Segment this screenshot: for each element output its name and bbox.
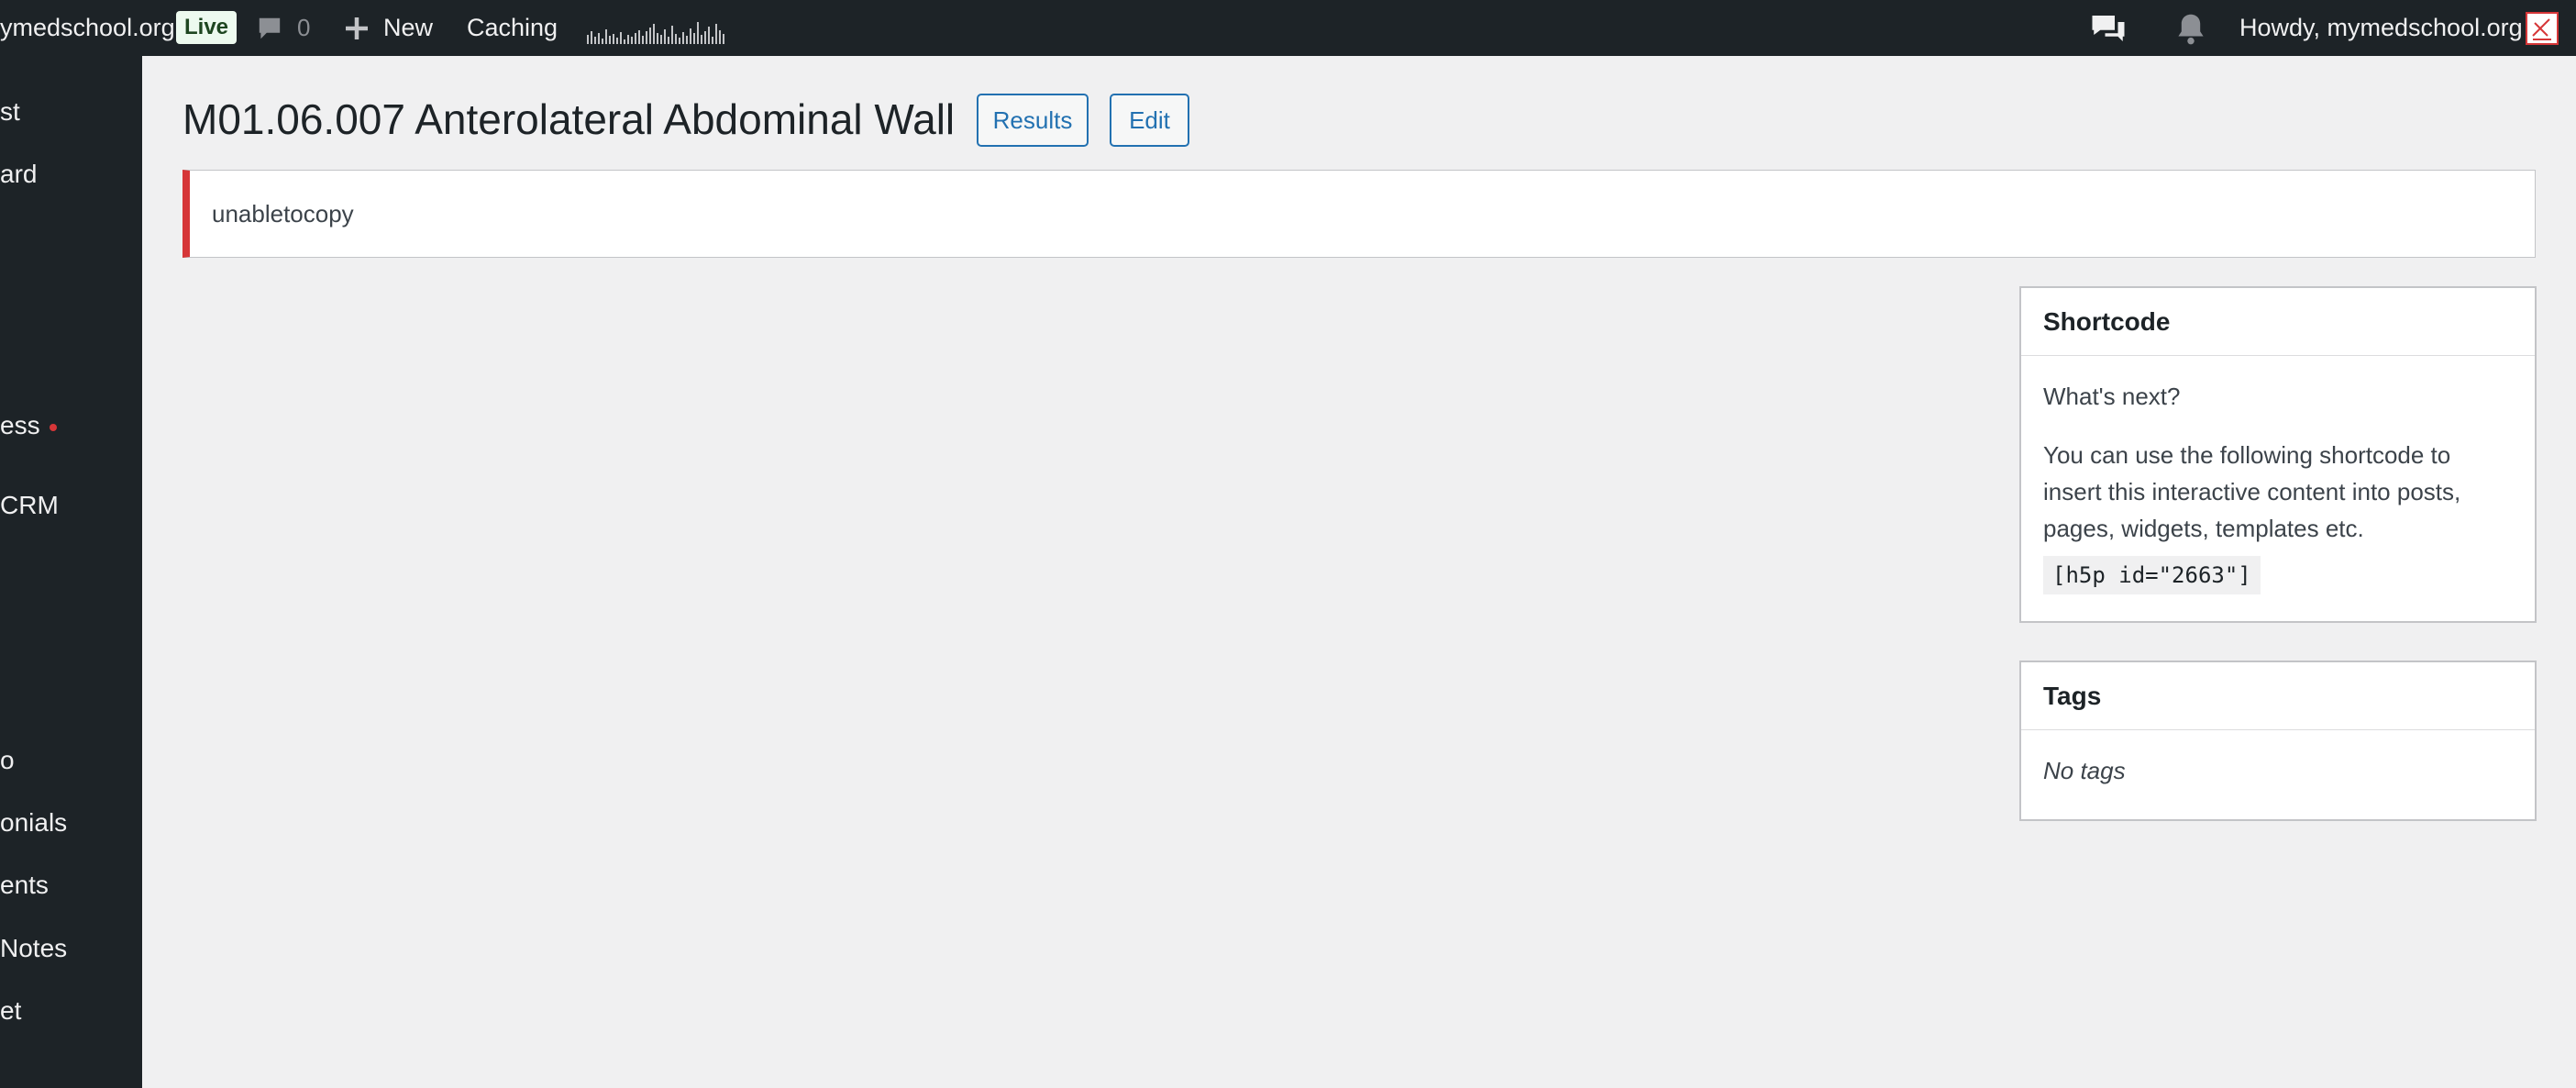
sparkline-bar xyxy=(675,34,677,44)
sparkline-bar xyxy=(602,39,603,44)
chat-link[interactable] xyxy=(2089,0,2128,56)
site-name-link[interactable]: ymedschool.org xyxy=(0,0,175,56)
sparkline-bar xyxy=(598,33,600,44)
sparkline-bar xyxy=(657,33,658,44)
sparkline-bar xyxy=(679,38,680,44)
sparkline-bar xyxy=(646,31,647,44)
sparkline-bar xyxy=(690,28,691,44)
sparkline-bar xyxy=(686,36,688,44)
sparkline-bar xyxy=(682,32,684,44)
bell-icon xyxy=(2178,14,2204,44)
sparkline-bar xyxy=(671,26,673,44)
tags-box-title: Tags xyxy=(2021,662,2535,730)
sparkline-bar xyxy=(616,38,618,44)
comment-icon xyxy=(259,17,281,39)
sparkline-bar xyxy=(591,31,592,44)
sparkline-bar xyxy=(613,34,614,44)
sparkline-bar xyxy=(653,24,655,44)
sparkline-bar xyxy=(624,39,625,44)
chat-icon xyxy=(2092,15,2125,41)
sidebar-item-5[interactable]: o xyxy=(0,746,15,775)
sparkline-bar xyxy=(708,27,710,44)
sparkline-bar xyxy=(701,35,702,44)
page-title: M01.06.007 Anterolateral Abdominal Wall xyxy=(182,95,956,143)
tags-box: Tags No tags xyxy=(2019,661,2537,821)
whats-next-text: What's next? xyxy=(2043,383,2181,410)
sidebar-item-dashboard[interactable]: ard xyxy=(0,160,37,189)
sparkline-bar xyxy=(627,35,629,44)
notifications-link[interactable] xyxy=(2175,0,2206,56)
sidebar-item-testimonials[interactable]: onials xyxy=(0,808,67,838)
notice-text: unabletocopy xyxy=(212,200,354,228)
admin-sidebar: st ard ess CRM o onials ents Notes et xyxy=(0,56,142,1088)
shortcode-code[interactable]: [h5p id="2663"] xyxy=(2043,556,2261,594)
sparkline-bar xyxy=(715,24,717,44)
sidebar-item-notes[interactable]: Notes xyxy=(0,934,67,963)
stats-sparkline[interactable] xyxy=(587,20,724,44)
sparkline-bar xyxy=(587,35,589,44)
sparkline-bar xyxy=(638,30,640,44)
edit-button[interactable]: Edit xyxy=(1110,94,1189,147)
sparkline-bar xyxy=(697,22,699,44)
sidebar-item-1[interactable]: st xyxy=(0,97,20,127)
sparkline-bar xyxy=(693,33,695,44)
results-button[interactable]: Results xyxy=(977,94,1089,147)
shortcode-box: Shortcode What's next? You can use the f… xyxy=(2019,286,2537,623)
plus-icon xyxy=(346,17,368,39)
sparkline-bar xyxy=(605,29,607,44)
sparkline-bar xyxy=(664,29,666,44)
sparkline-bar xyxy=(642,36,644,44)
caching-link[interactable]: Caching xyxy=(467,0,558,56)
avatar-icon xyxy=(2526,11,2559,45)
sparkline-bar xyxy=(631,37,633,44)
sidebar-item-label: ess xyxy=(0,411,40,439)
avatar[interactable] xyxy=(2526,0,2559,56)
user-greeting[interactable]: Howdy, mymedschool.org xyxy=(2239,0,2523,56)
admin-bar: ymedschool.org Live 0 New Caching Howdy,… xyxy=(0,0,2576,56)
sidebar-item-3[interactable]: ess xyxy=(0,411,57,440)
sparkline-bar xyxy=(712,37,713,44)
comments-count: 0 xyxy=(297,14,311,41)
sparkline-bar xyxy=(704,31,706,44)
error-notice: unabletocopy xyxy=(182,170,2536,258)
new-label: New xyxy=(383,14,434,41)
sparkline-bar xyxy=(594,37,596,44)
shortcode-description: You can use the following shortcode to i… xyxy=(2043,441,2461,542)
sparkline-bar xyxy=(723,34,724,44)
sparkline-bar xyxy=(649,28,651,44)
new-content-link[interactable]: New xyxy=(343,0,433,56)
no-tags-text: No tags xyxy=(2043,757,2126,784)
sparkline-bar xyxy=(635,33,636,44)
live-badge[interactable]: Live xyxy=(176,11,238,44)
sparkline-bar xyxy=(668,37,669,44)
notification-dot xyxy=(49,423,57,431)
sparkline-bar xyxy=(660,35,662,44)
sparkline-bar xyxy=(609,36,611,44)
shortcode-box-title: Shortcode xyxy=(2021,288,2535,356)
sidebar-item-7[interactable]: ents xyxy=(0,871,49,900)
sparkline-bar xyxy=(719,30,721,44)
sidebar-item-crm[interactable]: CRM xyxy=(0,491,59,520)
sparkline-bar xyxy=(620,32,622,44)
sidebar-item-9[interactable]: et xyxy=(0,996,21,1026)
comments-link[interactable]: 0 xyxy=(255,0,310,56)
